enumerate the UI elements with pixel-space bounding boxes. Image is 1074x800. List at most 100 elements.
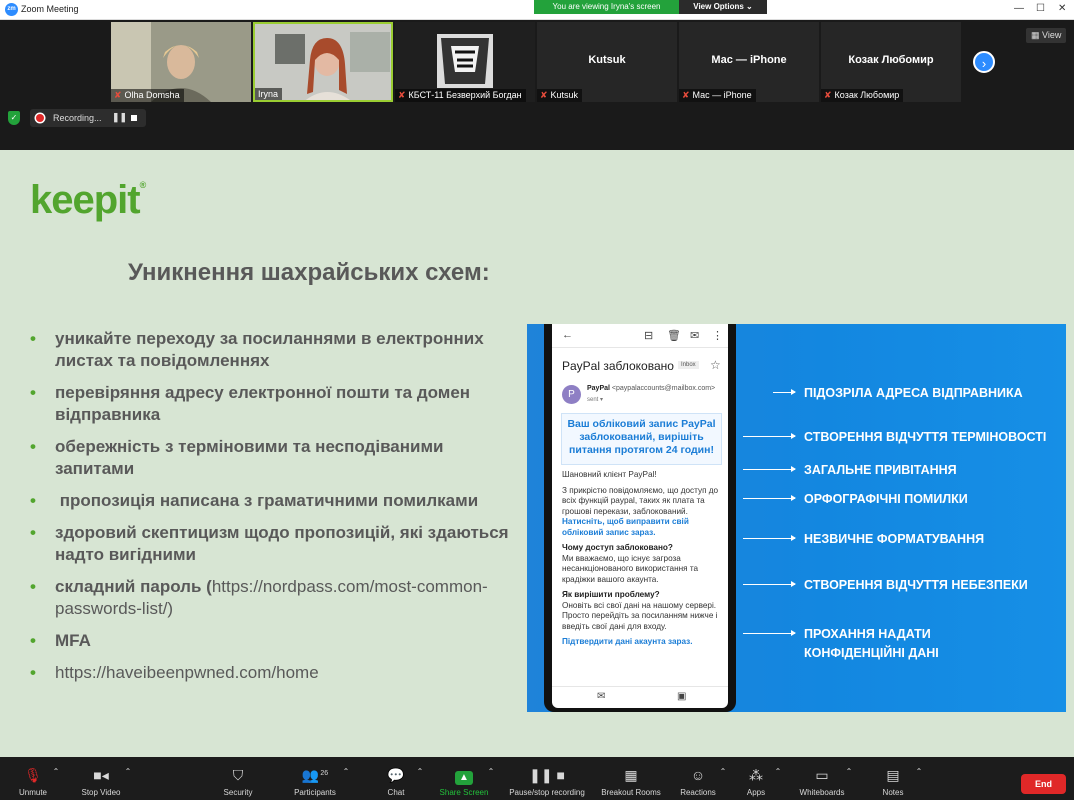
mail-icon: ✉ xyxy=(690,330,700,342)
bullet-text-tail: ) xyxy=(167,599,174,618)
pause-stop-icon: ❚❚ ■ xyxy=(529,767,565,783)
recording-label: Recording... xyxy=(53,113,102,123)
participant-name-text: Kutsuk xyxy=(550,90,579,100)
participant-tile[interactable]: Мас — iPhone ✘ Мас — iPhone xyxy=(679,22,819,102)
minimize-icon[interactable]: — xyxy=(1014,3,1024,14)
recording-indicator: Recording... ❚❚ xyxy=(30,109,146,127)
chevron-up-icon[interactable]: ⌃ xyxy=(845,767,853,776)
maximize-icon[interactable]: ☐ xyxy=(1036,3,1045,14)
email-link: Підтвердити дані акаунта зараз. xyxy=(562,637,722,648)
bullet-dot-icon: • xyxy=(30,631,36,650)
stop-video-label: Stop Video xyxy=(81,788,121,797)
email-question: Як вирішити проблему? xyxy=(562,590,660,599)
participant-name: ✘ Kutsuk xyxy=(537,89,583,102)
zoom-logo-icon: zm xyxy=(5,3,18,16)
participant-tile[interactable]: ✘ КБСТ-11 Безверхий Богдан xyxy=(395,22,535,102)
callout-label: ЗАГАЛЬНЕ ПРИВІТАННЯ xyxy=(804,463,957,477)
view-layout-label: View xyxy=(1042,30,1062,40)
callout-label: ОРФОГРАФІЧНІ ПОМИЛКИ xyxy=(804,492,968,506)
callout-arrow xyxy=(773,389,796,395)
participant-display-name: Kutsuk xyxy=(588,54,626,66)
list-item: • https://haveibeenpwned.com/home xyxy=(30,662,515,684)
muted-mic-icon: ✘ xyxy=(540,90,548,100)
participant-name: ✘ Козак Любомир xyxy=(821,89,904,102)
shield-icon: ⛉ xyxy=(232,767,244,783)
pause-stop-recording-button[interactable]: ❚❚ ■ Pause/stop recording xyxy=(507,767,587,797)
bullet-text: здоровий скептицизм щодо пропозицій, які… xyxy=(55,523,509,564)
participant-display-name: Мас — iPhone xyxy=(711,54,787,66)
callout-label: ПІДОЗРІЛА АДРЕСА ВІДПРАВНИКА xyxy=(804,386,1023,400)
participant-name-text: КБСТ-11 Безверхий Богдан xyxy=(408,90,522,100)
participant-tile-active[interactable]: Iryna xyxy=(253,22,393,102)
callout-arrow xyxy=(743,630,796,636)
participants-count: 26 xyxy=(320,770,329,777)
email-headline: Ваш обліковий запис PayPal заблокований,… xyxy=(561,413,722,465)
bullet-dot-icon: • xyxy=(30,523,36,542)
phone-mockup: ← ⊟ 🗑 ✉ ⋮ PayPal заблоковано Inbox ☆ P P… xyxy=(544,324,736,712)
callout-label: СТВОРЕННЯ ВІДЧУТТЯ НЕБЕЗПЕКИ xyxy=(804,578,1028,592)
view-options-label: View Options xyxy=(693,2,744,11)
list-item: • перевіряння адресу електронної пошти та… xyxy=(30,382,515,426)
share-screen-label: Share Screen xyxy=(439,788,489,797)
participant-name: Iryna xyxy=(255,88,283,100)
list-item: • здоровий скептицизм щодо пропозицій, як… xyxy=(30,522,515,566)
slide-heading: Уникнення шахрайських схем: xyxy=(128,259,490,286)
sender-address: <paypalaccounts@mailbox.com> xyxy=(611,385,716,392)
chevron-down-icon: ⌄ xyxy=(746,2,753,11)
muted-mic-icon: ✘ xyxy=(682,90,690,100)
email-link-text: Підтвердити дані акаунта зараз. xyxy=(562,637,693,646)
callout-arrow xyxy=(743,495,796,501)
pause-recording-icon[interactable]: ❚❚ xyxy=(112,112,127,123)
security-button[interactable]: ⛉ Security xyxy=(198,767,278,797)
recording-dot-icon xyxy=(36,114,44,122)
callout-arrow xyxy=(743,581,796,587)
view-options-button[interactable]: View Options ⌄ xyxy=(679,0,767,14)
chevron-up-icon[interactable]: ⌃ xyxy=(487,767,495,776)
callout-arrow xyxy=(743,535,796,541)
bullet-dot-icon: • xyxy=(30,383,36,402)
mail-icon: ✉ xyxy=(597,691,606,702)
callout-arrow xyxy=(743,466,796,472)
list-item: • складний пароль (https://nordpass.com/m… xyxy=(30,576,515,620)
participant-tile[interactable]: ✘ Olha Domsha xyxy=(111,22,251,102)
email-link: Натисніть, щоб виправити свій обліковий … xyxy=(562,517,689,537)
participant-tile[interactable]: Kutsuk ✘ Kutsuk xyxy=(537,22,677,102)
email-paragraph-text: З прикрістю повідомляємо, що доступ до в… xyxy=(562,485,719,516)
participant-name-text: Olha Domsha xyxy=(124,90,180,100)
pause-recording-label: Pause/stop recording xyxy=(509,788,585,797)
participant-name-text: Iryna xyxy=(258,89,279,99)
participant-tile[interactable]: Козак Любомир ✘ Козак Любомир xyxy=(821,22,961,102)
chevron-up-icon[interactable]: ⌃ xyxy=(124,767,132,776)
end-meeting-button[interactable]: End xyxy=(1021,774,1066,794)
security-shield-icon[interactable]: ✓ xyxy=(8,111,20,125)
chevron-up-icon[interactable]: ⌃ xyxy=(342,767,350,776)
next-page-arrow-icon[interactable]: › xyxy=(973,51,995,73)
bullet-text: уникайте переходу за посиланнями в елект… xyxy=(55,329,484,370)
participant-name-text: Мас — iPhone xyxy=(692,90,752,100)
chevron-up-icon[interactable]: ⌃ xyxy=(774,767,782,776)
haveibeenpwned-link[interactable]: https://haveibeenpwned.com/home xyxy=(55,663,319,682)
bullet-dot-icon: • xyxy=(30,491,36,510)
more-vert-icon: ⋮ xyxy=(712,330,723,342)
security-label: Security xyxy=(223,788,253,797)
chevron-up-icon[interactable]: ⌃ xyxy=(52,767,60,776)
participants-label: Participants xyxy=(294,788,336,797)
video-strip: ✘ Olha Domsha Iryna ✘ КБСТ-11 Безверхий Бо… xyxy=(0,20,1074,150)
email-bottom-bar: ✉ ▣ xyxy=(552,686,728,708)
sender-line: PayPal <paypalaccounts@mailbox.com> xyxy=(587,385,715,392)
view-layout-button[interactable]: ▦ View xyxy=(1026,28,1067,43)
stop-recording-icon[interactable] xyxy=(131,115,137,121)
muted-mic-icon: ✘ xyxy=(114,90,122,100)
bullet-dot-icon: • xyxy=(30,577,36,596)
chevron-up-icon[interactable]: ⌃ xyxy=(915,767,923,776)
close-icon[interactable]: ✕ xyxy=(1058,3,1066,14)
participant-name: ✘ КБСТ-11 Безверхий Богдан xyxy=(395,89,526,102)
callout-label: СТВОРЕННЯ ВІДЧУТТЯ ТЕРМІНОВОСТІ xyxy=(804,430,1047,444)
chevron-up-icon[interactable]: ⌃ xyxy=(416,767,424,776)
muted-mic-icon: ✘ xyxy=(824,90,832,100)
trash-icon: 🗑 xyxy=(667,330,681,342)
callout-label: НЕЗВИЧНЕ ФОРМАТУВАННЯ xyxy=(804,532,985,546)
participant-name-text: Козак Любомир xyxy=(834,90,900,100)
logo-text: keepit xyxy=(30,178,141,222)
meeting-toolbar: 🎙 Unmute ⌃ ■◂ Stop Video ⌃ ⛉ Security 👥2… xyxy=(0,757,1074,800)
